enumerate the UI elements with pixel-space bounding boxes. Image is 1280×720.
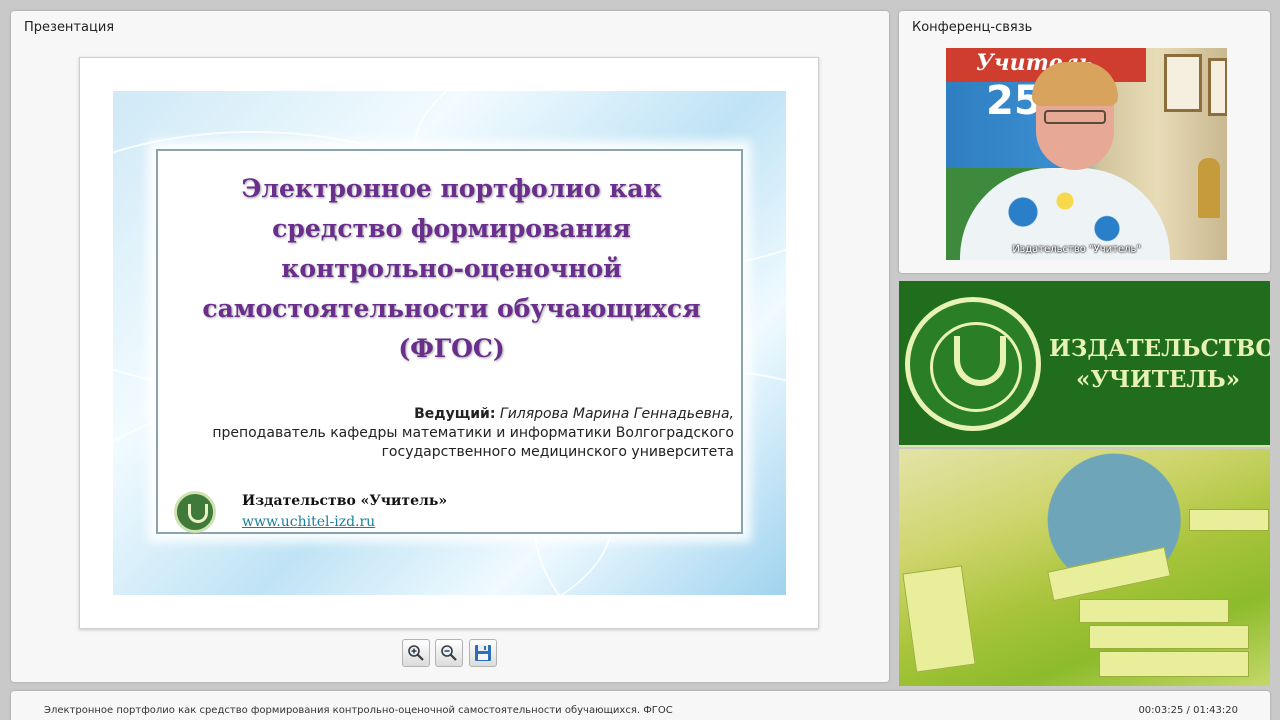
presenter-affiliation-line1: преподаватель кафедры математики и инфор… bbox=[212, 425, 734, 441]
banner-books-image bbox=[899, 449, 1270, 686]
book bbox=[1079, 599, 1229, 623]
event-title: Электронное портфолио как средство форми… bbox=[44, 705, 673, 716]
slide-content-box: Электронное портфолио как средство форми… bbox=[156, 149, 743, 534]
playback-time: 00:03:25 / 01:43:20 bbox=[1138, 705, 1238, 716]
slide-viewer[interactable]: Электронное портфолио как средство форми… bbox=[79, 57, 819, 629]
book bbox=[1189, 509, 1269, 531]
conference-panel: Конференц-связь Учитель 25 Издательство … bbox=[899, 11, 1270, 273]
speaker-glasses bbox=[1044, 110, 1106, 124]
trophy bbox=[1198, 158, 1220, 218]
publisher-logo-icon bbox=[174, 491, 216, 533]
banner-publisher-name: ИЗДАТЕЛЬСТВО «УЧИТЕЛЬ» bbox=[1049, 335, 1270, 393]
video-caption: Издательство "Учитель" bbox=[1012, 244, 1141, 255]
slide-publisher-link[interactable]: www.uchitel-izd.ru bbox=[242, 514, 375, 530]
presentation-panel: Презентация Электронное портфолио как ср… bbox=[11, 11, 889, 682]
publisher-logo-icon bbox=[905, 297, 1041, 431]
wall-frame bbox=[1208, 58, 1227, 116]
conference-panel-title: Конференц-связь bbox=[912, 20, 1033, 35]
zoom-in-button[interactable] bbox=[402, 639, 430, 667]
book bbox=[1089, 625, 1249, 649]
presenter-label: Ведущий: bbox=[414, 406, 496, 422]
presenter-affiliation-line2: государственного медицинского университе… bbox=[381, 444, 734, 460]
banner-header: ИЗДАТЕЛЬСТВО «УЧИТЕЛЬ» bbox=[899, 281, 1270, 447]
video-feed[interactable]: Учитель 25 Издательство "Учитель" bbox=[946, 48, 1227, 260]
slide-presenter: Ведущий: Гилярова Марина Геннадьевна, пр… bbox=[174, 405, 734, 462]
presentation-panel-title: Презентация bbox=[24, 20, 115, 35]
book bbox=[1099, 651, 1249, 677]
book bbox=[902, 565, 976, 673]
bottom-status-bar: Электронное портфолио как средство форми… bbox=[11, 691, 1270, 720]
slide-title: Электронное портфолио как средство форми… bbox=[202, 174, 701, 363]
zoom-out-button[interactable] bbox=[435, 639, 463, 667]
save-button[interactable] bbox=[469, 639, 497, 667]
slide: Электронное портфолио как средство форми… bbox=[113, 91, 786, 595]
book bbox=[1047, 546, 1171, 602]
slide-publisher-name: Издательство «Учитель» bbox=[242, 493, 448, 509]
publisher-banner: ИЗДАТЕЛЬСТВО «УЧИТЕЛЬ» bbox=[899, 281, 1270, 686]
wall-frame bbox=[1164, 54, 1202, 112]
presenter-name: Гилярова Марина Геннадьевна, bbox=[499, 406, 734, 422]
